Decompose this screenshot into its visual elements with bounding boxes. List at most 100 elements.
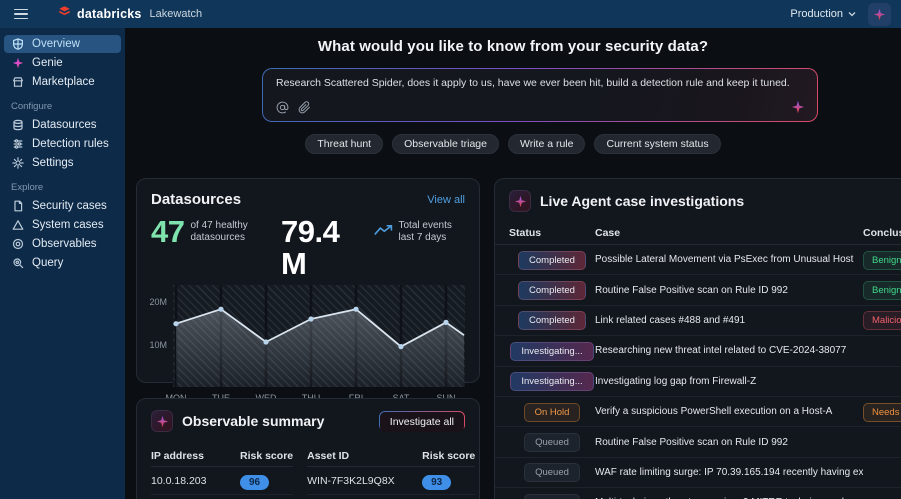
investigate-all-button[interactable]: Investigate all <box>379 411 465 431</box>
conclusion-badge: Needs Input <box>863 403 901 422</box>
status-badge: Queued <box>524 494 580 499</box>
conclusion-badge: Malicious <box>863 311 901 330</box>
agent-case-row[interactable]: Investigating...Researching new threat i… <box>495 336 901 366</box>
sidebar-item-label: System cases <box>32 219 104 231</box>
trend-up-icon <box>374 224 393 242</box>
case-header: Case <box>595 227 863 239</box>
genie-sparkle-icon <box>11 57 24 70</box>
datasources-card: Datasources View all 47 of 47 healthy da… <box>136 178 480 383</box>
environment-selector[interactable]: Production <box>790 8 856 20</box>
sidebar-item-label: Settings <box>32 157 74 169</box>
chip-threat-hunt[interactable]: Threat hunt <box>305 134 383 154</box>
datasources-title: Datasources <box>151 191 241 208</box>
search-icon <box>11 257 24 270</box>
table-row[interactable]: WIN-7F3K2L9Q8X 93 <box>307 467 475 495</box>
eye-icon <box>11 238 24 251</box>
sidebar-item-overview[interactable]: Overview <box>4 35 121 53</box>
chip-write-a-rule[interactable]: Write a rule <box>508 134 586 154</box>
events-line-chart <box>173 285 465 387</box>
case-title: Investigating log gap from Firewall-Z <box>595 376 863 387</box>
prompt-box: Research Scattered Spider, does it apply… <box>262 68 818 122</box>
brand-logo[interactable]: databricks <box>58 5 142 23</box>
ip-address-value: 10.0.18.203 <box>151 475 240 487</box>
observable-sparkle-icon <box>151 410 173 432</box>
status-badge: Queued <box>524 433 580 452</box>
risk-score-header: Risk score <box>422 450 475 462</box>
sidebar-section-label: Configure <box>11 101 121 112</box>
asset-id-value: WIN-7F3K2L9Q8X <box>307 475 422 487</box>
shield-grid-icon <box>11 38 24 51</box>
sidebar-item-query[interactable]: Query <box>4 254 121 272</box>
storefront-icon <box>11 76 24 89</box>
observable-summary-card: Observable summary Investigate all IP ad… <box>136 398 480 499</box>
sidebar-item-system-cases[interactable]: System cases <box>4 216 121 234</box>
databricks-logo-icon <box>58 5 71 23</box>
agent-case-row[interactable]: On HoldVerify a suspicious PowerShell ex… <box>495 397 901 427</box>
sidebar-item-label: Datasources <box>32 119 97 131</box>
table-row[interactable]: 10.0.18.203 96 <box>151 467 293 495</box>
gear-icon <box>11 157 24 170</box>
chip-observable-triage[interactable]: Observable triage <box>392 134 499 154</box>
status-header: Status <box>509 227 541 239</box>
conclusion-header: Conclusion <box>863 227 901 239</box>
sidebar-item-settings[interactable]: Settings <box>4 154 121 172</box>
sidebar-item-label: Security cases <box>32 200 107 212</box>
page-title: What would you like to know from your se… <box>125 38 901 55</box>
total-events-label: Total events last 7 days <box>399 220 466 244</box>
risk-score-badge: 96 <box>240 475 269 490</box>
topbar: databricks Lakewatch Production <box>0 0 901 28</box>
sidebar-item-datasources[interactable]: Datasources <box>4 116 121 134</box>
agent-case-row[interactable]: Queued WAF rate limiting surge: IP 70.39.… <box>495 458 901 488</box>
environment-label: Production <box>790 8 843 20</box>
agent-case-row[interactable]: CompletedPossible Lateral Movement via P… <box>495 245 901 275</box>
case-title: Possible Lateral Movement via PsExec fro… <box>595 254 863 265</box>
sidebar-item-security-cases[interactable]: Security cases <box>4 197 121 215</box>
chip-current-system-status[interactable]: Current system status <box>594 134 720 154</box>
ip-address-header: IP address <box>151 450 240 462</box>
agent-case-row[interactable]: CompletedLink related cases #488 and #49… <box>495 306 901 336</box>
rules-icon <box>11 138 24 151</box>
view-all-link[interactable]: View all <box>427 194 465 206</box>
live-agent-title: Live Agent case investigations <box>540 193 744 209</box>
sidebar-item-genie[interactable]: Genie <box>4 54 121 72</box>
app-name: Lakewatch <box>150 8 203 20</box>
sidebar-item-observables[interactable]: Observables <box>4 235 121 253</box>
brand-name: databricks <box>77 7 142 21</box>
case-title: Routine False Positive scan on Rule ID 9… <box>595 285 863 296</box>
live-agent-sparkle-icon <box>509 190 531 212</box>
ip-table: IP address Risk score 10.0.18.203 96 <box>151 445 293 495</box>
chevron-down-icon <box>848 11 856 17</box>
sidebar-item-marketplace[interactable]: Marketplace <box>4 73 121 91</box>
healthy-label: of 47 healthy datasources <box>190 220 257 244</box>
sidebar-item-detection-rules[interactable]: Detection rules <box>4 135 121 153</box>
sidebar-item-label: Overview <box>32 38 80 50</box>
asset-table: Asset ID Risk score WIN-7F3K2L9Q8X 93 <box>307 445 475 495</box>
agent-case-row[interactable]: QueuedMulti-technique threat campaign: 2… <box>495 488 901 499</box>
agent-table-header: Status Case Conclusion <box>495 221 901 245</box>
agent-case-row[interactable]: CompletedRoutine False Positive scan on … <box>495 275 901 305</box>
status-badge: Investigating... <box>510 342 593 361</box>
sidebar-item-label: Observables <box>32 238 97 250</box>
agent-case-row[interactable]: Queued Routine False Positive scan on Rul… <box>495 427 901 457</box>
warning-triangle-icon <box>11 219 24 232</box>
risk-score-badge: 93 <box>422 475 451 490</box>
status-badge: Investigating... <box>510 372 593 391</box>
send-sparkle-icon[interactable] <box>791 100 805 114</box>
case-title: Routine False Positive scan on Rule ID 9… <box>595 437 863 448</box>
hamburger-menu-icon[interactable] <box>14 4 40 24</box>
case-title: WAF rate limiting surge: IP 70.39.165.19… <box>595 467 863 478</box>
case-title: Researching new threat intel related to … <box>595 345 863 356</box>
sidebar-item-label: Marketplace <box>32 76 95 88</box>
main-content: What would you like to know from your se… <box>125 28 901 499</box>
attach-paperclip-icon[interactable] <box>298 101 311 114</box>
agent-sparkle-button[interactable] <box>868 3 891 26</box>
suggestion-chips: Threat hunt Observable triage Write a rule… <box>125 134 901 154</box>
agent-case-row[interactable]: Investigating...Investigating log gap fr… <box>495 367 901 397</box>
y-axis-tick: 20M <box>141 297 167 307</box>
status-badge: Queued <box>524 463 580 482</box>
prompt-input[interactable]: Research Scattered Spider, does it apply… <box>263 69 817 121</box>
case-title: Link related cases #488 and #491 <box>595 315 863 326</box>
mention-at-icon[interactable] <box>276 101 289 114</box>
sidebar-item-label: Genie <box>32 57 63 69</box>
prompt-value: Research Scattered Spider, does it apply… <box>276 77 804 89</box>
